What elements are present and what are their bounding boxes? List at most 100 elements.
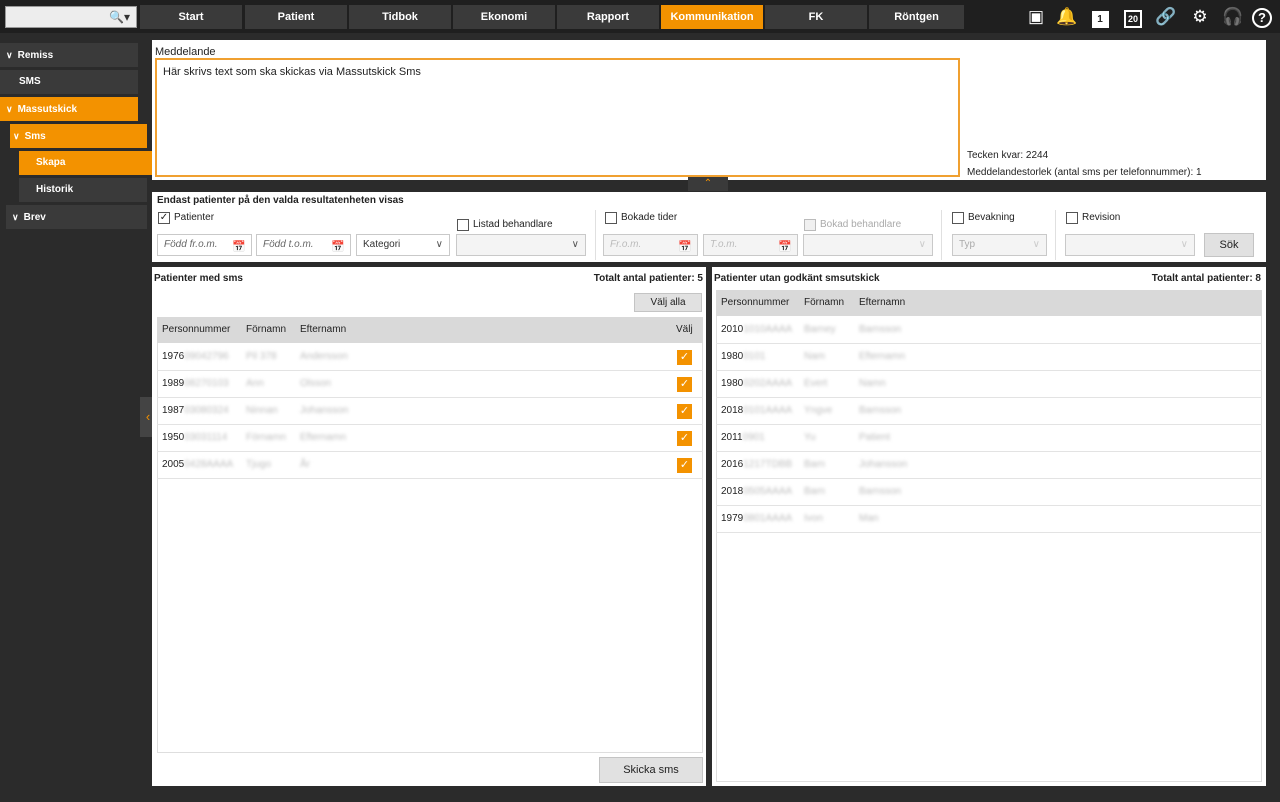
- bokade-from-field[interactable]: Fr.o.m. 📅: [603, 234, 698, 256]
- message-label: Meddelande: [155, 46, 216, 58]
- calendar-icon[interactable]: 📅: [331, 237, 345, 257]
- listad-behandlare-label: Listad behandlare: [473, 219, 553, 230]
- pnr-cell: 198703080324: [162, 405, 229, 416]
- message-textarea[interactable]: Här skrivs text som ska skickas via Mass…: [155, 58, 960, 177]
- table-row[interactable]: 20050428AAAA Tjugo År ✓: [157, 452, 703, 479]
- link-icon[interactable]: 🔗: [1154, 5, 1178, 29]
- last-name-cell: Johansson: [859, 459, 908, 470]
- first-name-cell: Barn: [804, 486, 826, 497]
- typ-select[interactable]: Typ ∨: [952, 234, 1047, 256]
- first-name-cell: Ninnan: [246, 405, 278, 416]
- headset-icon[interactable]: 🎧: [1221, 5, 1245, 29]
- table-row[interactable]: 195003031114 Förnamn Efternamn ✓: [157, 425, 703, 452]
- pnr-cell: 19790801AAAA: [721, 513, 793, 524]
- sidebar-item-sms-group[interactable]: ∨ Sms: [10, 124, 147, 148]
- sidebar-item-sms[interactable]: SMS: [0, 70, 138, 94]
- col-fornamn[interactable]: Förnamn: [246, 317, 286, 343]
- table-row[interactable]: 20110901 Yu Patient: [716, 425, 1262, 452]
- listad-behandlare-checkbox[interactable]: [457, 219, 469, 231]
- table-row[interactable]: 197609042796 Pil 378 Andersson ✓: [157, 344, 703, 371]
- divider: [941, 210, 942, 260]
- sidebar-item-massutskick[interactable]: ∨ Massutskick: [0, 97, 138, 121]
- tab-start[interactable]: Start: [140, 5, 242, 29]
- calendar-icon[interactable]: 20: [1121, 5, 1145, 29]
- select-checkbox[interactable]: ✓: [677, 377, 692, 392]
- journal-icon[interactable]: ▣: [1024, 5, 1048, 29]
- sidebar-item-remiss[interactable]: ∨ Remiss: [0, 43, 138, 67]
- select-checkbox[interactable]: ✓: [677, 431, 692, 446]
- chevron-down-icon: ∨: [1180, 239, 1188, 250]
- bokade-tom-field[interactable]: T.o.m. 📅: [703, 234, 798, 256]
- search-input[interactable]: 🔍▾: [5, 6, 137, 28]
- divider: [1055, 210, 1056, 260]
- col-fornamn[interactable]: Förnamn: [804, 290, 844, 316]
- calendar-icon[interactable]: 📅: [778, 237, 792, 257]
- collapse-message-button[interactable]: ⌃: [688, 177, 728, 191]
- pnr-cell: 19800202AAAA: [721, 378, 793, 389]
- pnr-cell: 20050428AAAA: [162, 459, 234, 470]
- bokad-behandlare-select[interactable]: ∨: [803, 234, 933, 256]
- last-name-cell: Man: [859, 513, 879, 524]
- chevron-down-icon: ∨: [12, 212, 19, 222]
- table-row[interactable]: 19800202AAAA Evert Namn: [716, 371, 1262, 398]
- last-name-cell: Olsson: [300, 378, 332, 389]
- table-row[interactable]: 19800101 Nam Efternamn: [716, 344, 1262, 371]
- fodd-from-field[interactable]: Född fr.o.m. 📅: [157, 234, 252, 256]
- table-row[interactable]: 20180101AAAA Yngve Barnsson: [716, 398, 1262, 425]
- table-row[interactable]: 20180505AAAA Barn Barnsson: [716, 479, 1262, 506]
- bokad-behandlare-checkbox[interactable]: [804, 219, 816, 231]
- col-valj[interactable]: Välj: [676, 317, 693, 343]
- tab-rapport[interactable]: Rapport: [557, 5, 659, 29]
- gear-icon[interactable]: ⚙: [1188, 5, 1212, 29]
- pnr-cell: 20180505AAAA: [721, 486, 793, 497]
- first-name-cell: Barn: [804, 459, 826, 470]
- tab-patient[interactable]: Patient: [245, 5, 347, 29]
- pnr-cell: 197609042796: [162, 351, 229, 362]
- left-table-header: Personnummer Förnamn Efternamn Välj: [157, 317, 703, 343]
- col-personnummer[interactable]: Personnummer: [721, 290, 789, 316]
- sidebar-item-brev[interactable]: ∨ Brev: [6, 205, 147, 229]
- calendar-icon[interactable]: 📅: [232, 237, 246, 257]
- table-row[interactable]: 198703080324 Ninnan Johansson ✓: [157, 398, 703, 425]
- pnr-cell: 19800101: [721, 351, 766, 362]
- col-efternamn[interactable]: Efternamn: [300, 317, 346, 343]
- col-efternamn[interactable]: Efternamn: [859, 290, 905, 316]
- send-sms-button[interactable]: Skicka sms: [599, 757, 703, 783]
- kategori-select[interactable]: Kategori ∨: [356, 234, 450, 256]
- tab-kommunikation[interactable]: Kommunikation: [661, 5, 763, 29]
- bokade-tider-checkbox[interactable]: [605, 212, 617, 224]
- patienter-checkbox[interactable]: ✓: [158, 212, 170, 224]
- chevron-down-icon: ∨: [571, 239, 579, 250]
- table-row[interactable]: 20161217TDBB Barn Johansson: [716, 452, 1262, 479]
- tab-rontgen[interactable]: Röntgen: [869, 5, 964, 29]
- listad-behandlare-select[interactable]: ∨: [456, 234, 586, 256]
- bevakning-checkbox[interactable]: [952, 212, 964, 224]
- bell-icon[interactable]: 🔔: [1055, 5, 1079, 29]
- tab-ekonomi[interactable]: Ekonomi: [453, 5, 555, 29]
- chevron-down-icon: ∨: [1032, 239, 1040, 250]
- help-icon[interactable]: ?: [1250, 5, 1274, 29]
- col-personnummer[interactable]: Personnummer: [162, 317, 230, 343]
- select-all-button[interactable]: Välj alla: [634, 293, 702, 312]
- table-row[interactable]: 198908270103 Ann Olsson ✓: [157, 371, 703, 398]
- search-icon[interactable]: 🔍▾: [109, 10, 130, 24]
- calendar-icon[interactable]: 📅: [678, 237, 692, 257]
- revision-checkbox[interactable]: [1066, 212, 1078, 224]
- fodd-tom-field[interactable]: Född t.o.m. 📅: [256, 234, 351, 256]
- note-icon[interactable]: 1: [1088, 5, 1112, 29]
- tab-fk[interactable]: FK: [765, 5, 867, 29]
- sidebar-item-skapa[interactable]: Skapa: [19, 151, 152, 175]
- tab-tidbok[interactable]: Tidbok: [349, 5, 451, 29]
- table-row[interactable]: 20101010AAAA Barney Barnsson: [716, 317, 1262, 344]
- first-name-cell: Yngve: [804, 405, 833, 416]
- bokad-behandlare-label: Bokad behandlare: [820, 219, 902, 230]
- table-row[interactable]: 19790801AAAA Ivon Man: [716, 506, 1262, 533]
- last-name-cell: Barnsson: [859, 324, 902, 335]
- search-button[interactable]: Sök: [1204, 233, 1254, 257]
- select-checkbox[interactable]: ✓: [677, 404, 692, 419]
- first-name-cell: Tjugo: [246, 459, 272, 470]
- select-checkbox[interactable]: ✓: [677, 350, 692, 365]
- sidebar-item-historik[interactable]: Historik: [19, 178, 147, 202]
- select-checkbox[interactable]: ✓: [677, 458, 692, 473]
- revision-select[interactable]: ∨: [1065, 234, 1195, 256]
